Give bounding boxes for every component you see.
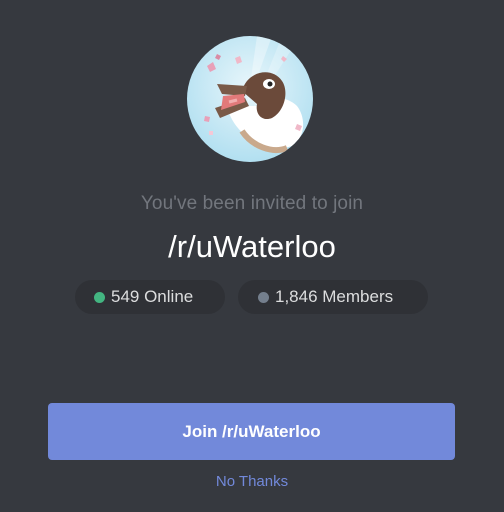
member-count-label: 1,846 Members [275, 287, 394, 306]
invite-modal: You've been invited to join /r/uWaterloo… [0, 0, 504, 512]
members-dot-icon [258, 291, 269, 303]
online-count-label: 549 Online [111, 287, 194, 306]
online-count-badge: 549 Online [75, 280, 225, 314]
online-dot-icon [94, 291, 105, 303]
invited-text: You've been invited to join [140, 193, 364, 214]
no-thanks-link[interactable]: No Thanks [0, 473, 504, 490]
member-count-badge: 1,846 Members [238, 280, 428, 314]
join-server-button[interactable]: Join /r/uWaterloo [48, 403, 455, 460]
server-name: /r/uWaterloo [168, 229, 336, 264]
server-avatar [187, 36, 313, 162]
goose-avatar-icon [187, 36, 313, 162]
